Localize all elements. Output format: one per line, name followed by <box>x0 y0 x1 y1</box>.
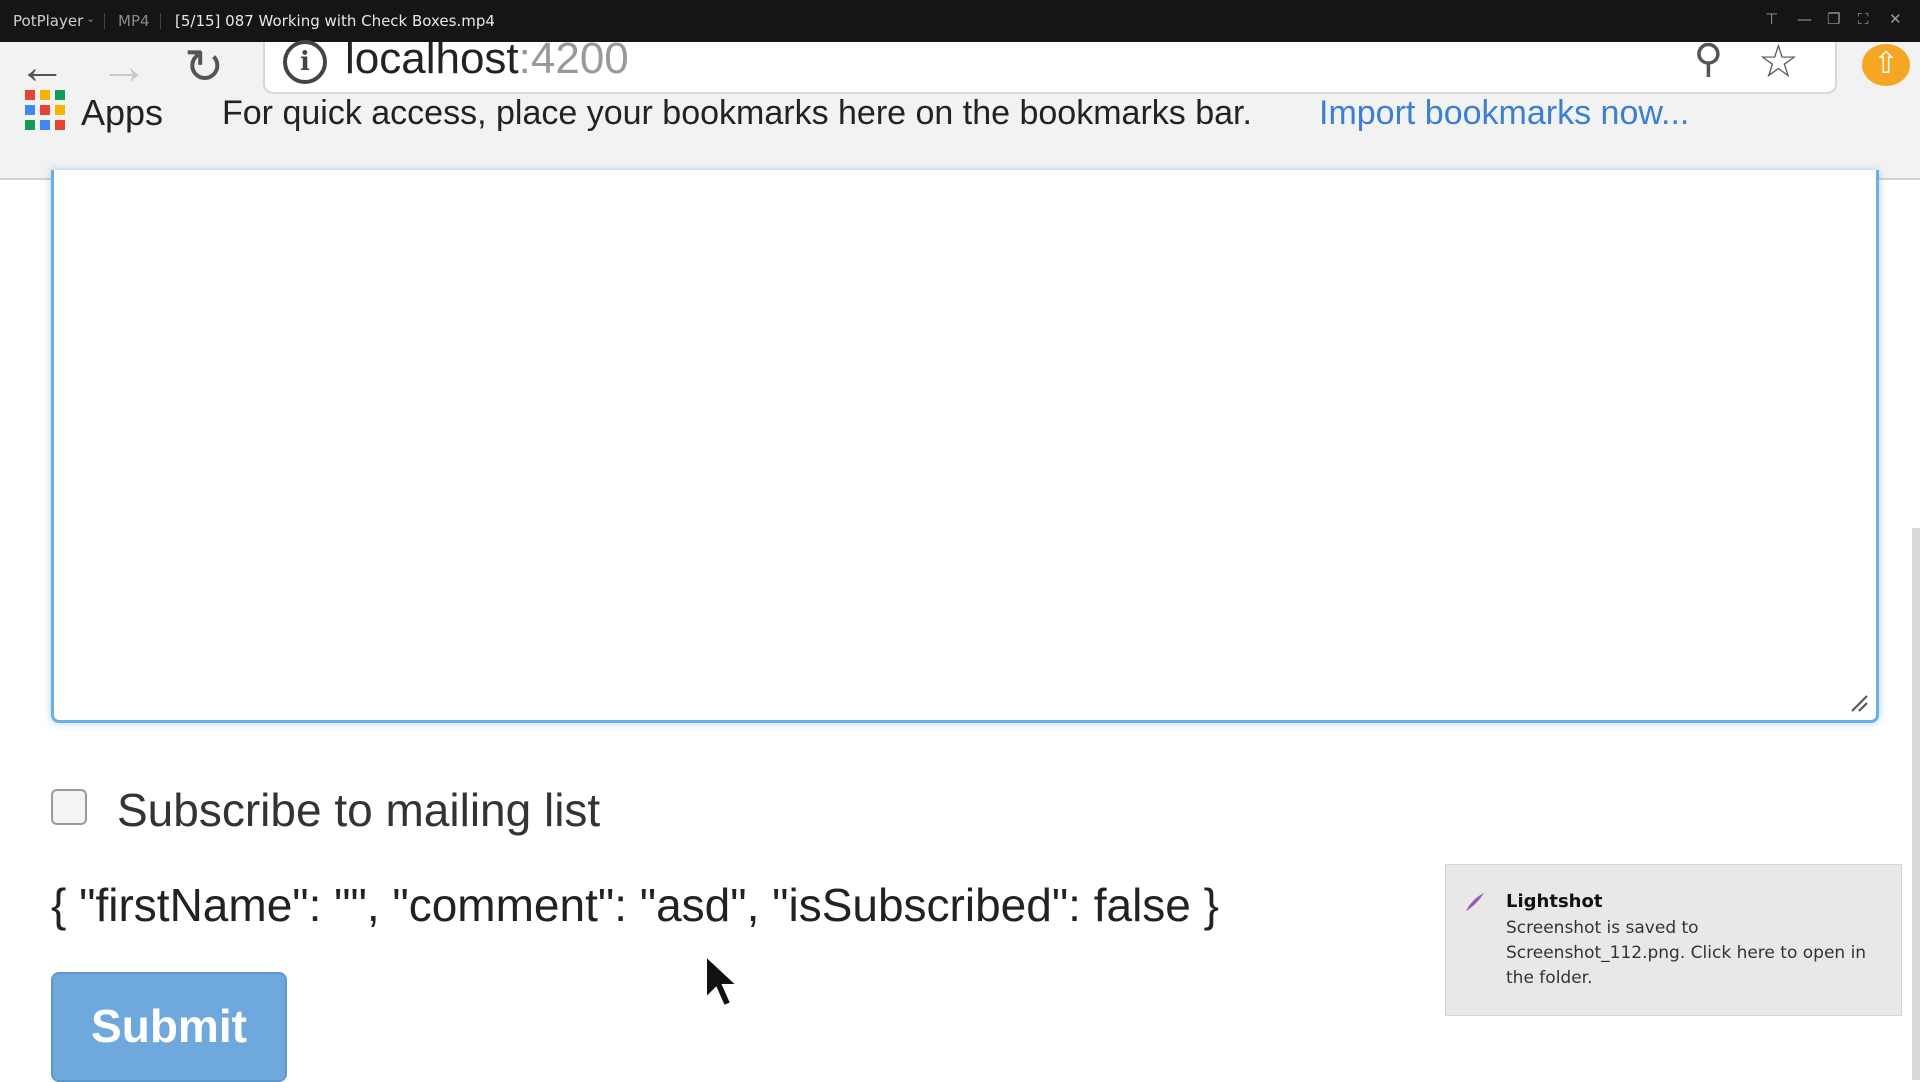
minimize-icon[interactable]: — <box>1797 10 1812 28</box>
player-brand-menu[interactable]: PotPlayer <box>13 12 83 30</box>
restore-icon[interactable]: ❐ <box>1827 10 1840 28</box>
player-title-bar: PotPlayer ⌄ MP4 [5/15] 087 Working with … <box>0 0 1920 42</box>
resize-grip-icon[interactable] <box>1850 694 1868 712</box>
player-file-title: [5/15] 087 Working with Check Boxes.mp4 <box>175 12 495 30</box>
notification-title: Lightshot <box>1506 891 1603 912</box>
subscribe-checkbox[interactable] <box>51 789 87 825</box>
mouse-cursor-icon <box>705 954 740 1008</box>
comment-textarea[interactable] <box>51 170 1879 723</box>
lightshot-notification[interactable]: Lightshot Screenshot is saved to Screens… <box>1445 864 1902 1016</box>
url-text[interactable]: localhost:4200 <box>345 34 629 84</box>
bookmark-star-icon[interactable]: ☆ <box>1758 34 1799 88</box>
page-scrollbar[interactable] <box>1912 528 1920 1080</box>
browser-chrome: ← → ↻ i localhost:4200 ⚲ ☆ ⇧ Apps For qu… <box>0 34 1920 178</box>
reload-icon[interactable]: ↻ <box>184 44 224 92</box>
form-json-output: { "firstName": "", "comment": "asd", "is… <box>51 879 1220 931</box>
site-info-icon[interactable]: i <box>283 40 327 84</box>
divider <box>160 13 161 29</box>
pin-icon[interactable]: ⊤ <box>1765 10 1778 28</box>
apps-shortcut[interactable]: Apps <box>81 92 163 134</box>
feather-icon <box>1466 893 1484 911</box>
chevron-down-icon[interactable]: ⌄ <box>86 12 95 25</box>
forward-arrow-icon[interactable]: → <box>100 44 148 92</box>
apps-grid-icon[interactable] <box>25 90 65 130</box>
update-arrow-icon[interactable]: ⇧ <box>1862 44 1910 86</box>
submit-button[interactable]: Submit <box>51 972 287 1082</box>
back-arrow-icon[interactable]: ← <box>18 44 66 92</box>
divider <box>104 13 105 29</box>
bookmarks-hint: For quick access, place your bookmarks h… <box>222 94 1252 132</box>
close-icon[interactable]: ✕ <box>1889 10 1902 28</box>
notification-body[interactable]: Screenshot is saved to Screenshot_112.pn… <box>1506 916 1881 991</box>
subscribe-checkbox-label[interactable]: Subscribe to mailing list <box>117 783 600 837</box>
zoom-icon[interactable]: ⚲ <box>1694 36 1723 82</box>
address-bar[interactable]: i localhost:4200 ⚲ ☆ <box>263 34 1837 94</box>
fullscreen-icon[interactable]: ⛶ <box>1858 10 1869 28</box>
import-bookmarks-link[interactable]: Import bookmarks now... <box>1319 94 1689 133</box>
player-format-label: MP4 <box>118 12 150 30</box>
